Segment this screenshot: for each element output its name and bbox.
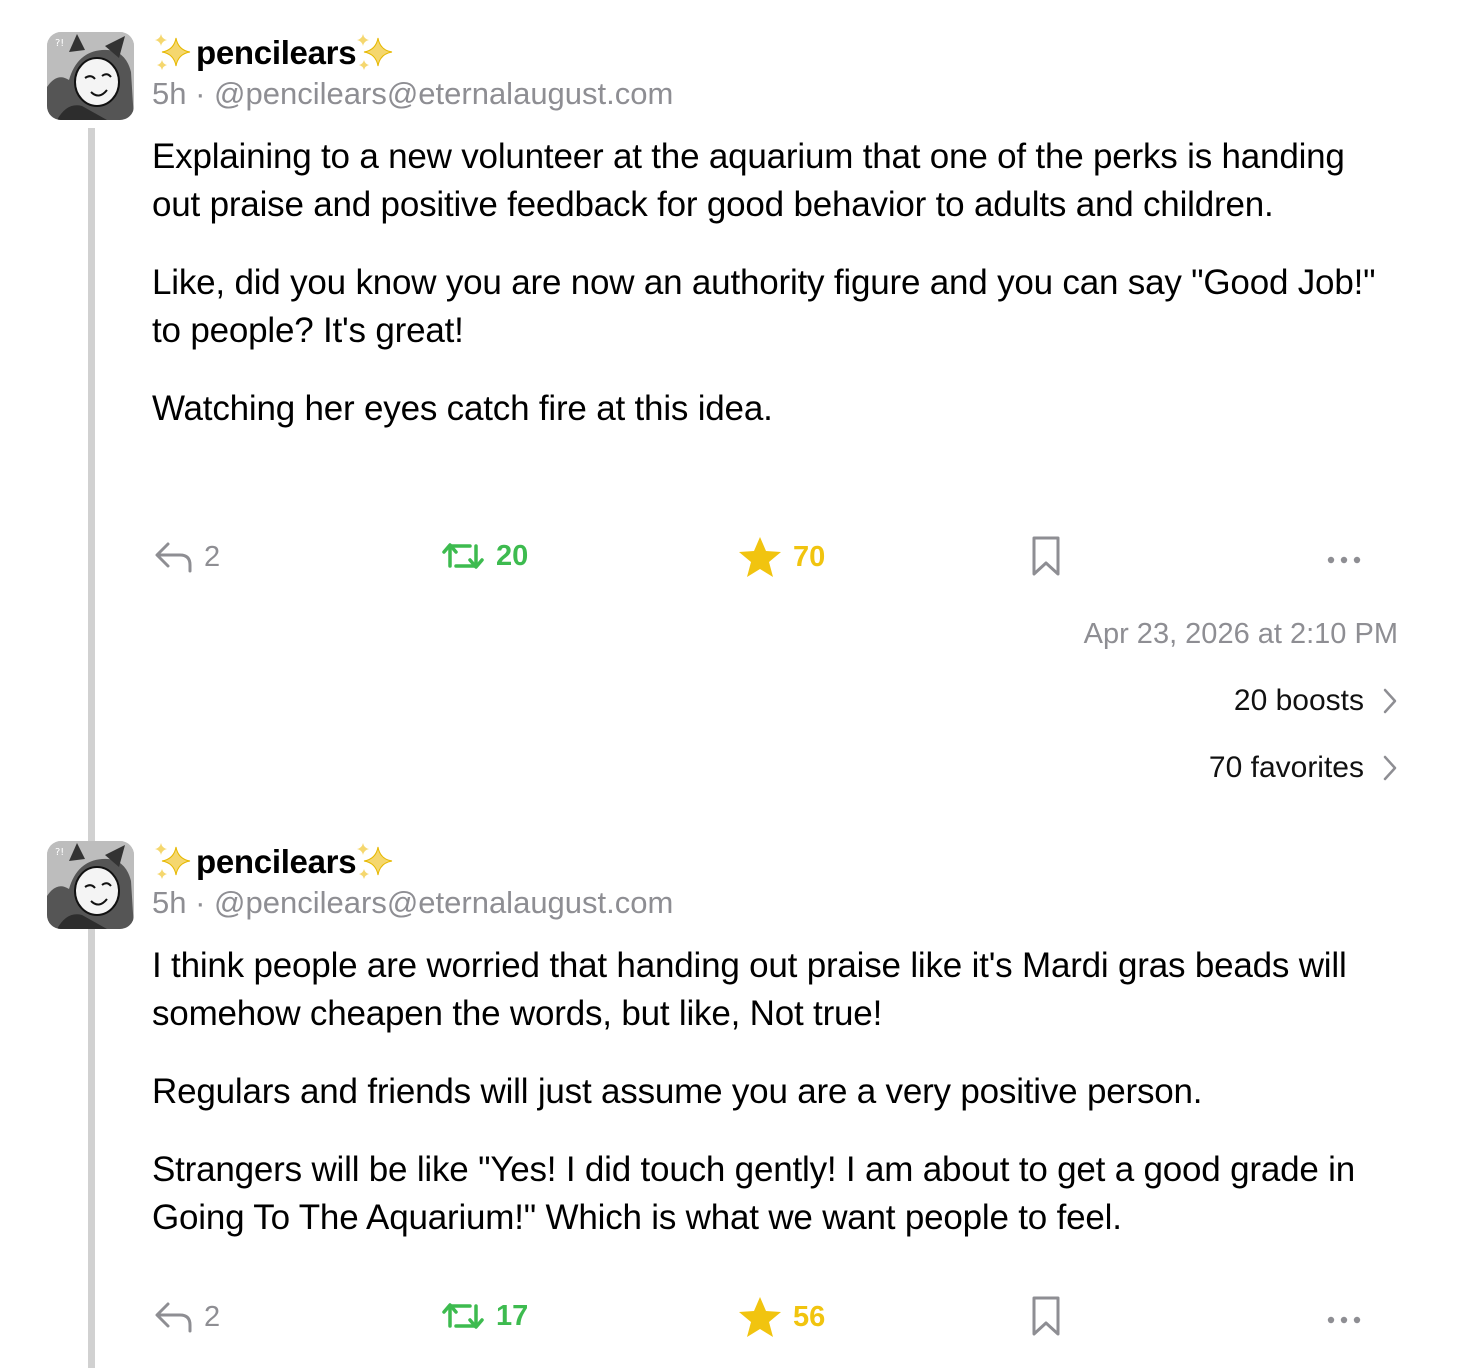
post-timestamp: Apr 23, 2026 at 2:10 PM bbox=[1083, 618, 1398, 650]
sparkles-icon bbox=[155, 34, 191, 70]
star-icon bbox=[739, 537, 781, 577]
author-name[interactable]: pencilears bbox=[152, 30, 400, 76]
post-paragraph: Explaining to a new volunteer at the aqu… bbox=[152, 137, 1345, 224]
more-icon bbox=[1327, 1316, 1361, 1324]
post-meta: 5h · @pencilears@eternalaugust.com bbox=[152, 885, 673, 921]
meta-separator: · bbox=[195, 76, 215, 111]
favorite-button[interactable]: 70 bbox=[737, 535, 825, 579]
boost-icon bbox=[442, 1303, 484, 1329]
boost-count: 20 bbox=[496, 539, 529, 572]
avatar-icon: ?! bbox=[47, 32, 134, 120]
bookmark-icon bbox=[1032, 536, 1060, 576]
thread-line bbox=[88, 128, 95, 1368]
svg-text:?!: ?! bbox=[55, 38, 64, 49]
favorites-link[interactable]: 70 favorites bbox=[1209, 751, 1398, 785]
display-name: pencilears bbox=[196, 843, 357, 880]
post-paragraph: I think people are worried that handing … bbox=[152, 946, 1347, 1033]
favorite-count: 56 bbox=[793, 1300, 826, 1333]
avatar-icon: ?! bbox=[47, 841, 134, 929]
action-bar: 2 17 56 bbox=[0, 1286, 1461, 1346]
bookmark-icon bbox=[1032, 1296, 1060, 1336]
chevron-right-icon bbox=[1383, 688, 1397, 714]
sparkles-icon bbox=[357, 843, 393, 879]
bookmark-button[interactable] bbox=[1030, 534, 1062, 578]
post-paragraph: Watching her eyes catch fire at this ide… bbox=[152, 389, 773, 428]
boost-button[interactable]: 20 bbox=[440, 536, 528, 576]
boost-icon bbox=[442, 543, 484, 569]
post-body: Explaining to a new volunteer at the aqu… bbox=[152, 133, 1402, 463]
author-handle[interactable]: @pencilears@eternalaugust.com bbox=[214, 76, 673, 111]
more-icon bbox=[1327, 556, 1361, 564]
reply-icon bbox=[155, 542, 192, 573]
boosts-link[interactable]: 20 boosts bbox=[1234, 684, 1398, 718]
boost-count: 17 bbox=[496, 1299, 529, 1332]
time-ago: 5h bbox=[152, 885, 187, 920]
favorite-count: 70 bbox=[793, 540, 826, 573]
reply-button[interactable]: 2 bbox=[154, 540, 220, 574]
svg-text:?!: ?! bbox=[55, 847, 64, 858]
star-icon bbox=[739, 1297, 781, 1337]
post-body: I think people are worried that handing … bbox=[152, 942, 1402, 1272]
author-name[interactable]: pencilears bbox=[152, 839, 400, 885]
sparkles-icon bbox=[155, 843, 191, 879]
action-bar: 2 20 70 bbox=[0, 526, 1461, 586]
more-button[interactable] bbox=[1326, 1314, 1362, 1326]
avatar[interactable]: ?! bbox=[47, 32, 134, 120]
time-ago: 5h bbox=[152, 76, 187, 111]
post-meta: 5h · @pencilears@eternalaugust.com bbox=[152, 76, 673, 112]
post-paragraph: Strangers will be like "Yes! I did touch… bbox=[152, 1150, 1355, 1237]
display-name: pencilears bbox=[196, 34, 357, 71]
more-button[interactable] bbox=[1326, 554, 1362, 566]
reply-icon bbox=[155, 1302, 192, 1333]
post-paragraph: Like, did you know you are now an author… bbox=[152, 263, 1376, 350]
post-paragraph: Regulars and friends will just assume yo… bbox=[152, 1072, 1203, 1111]
reply-button[interactable]: 2 bbox=[154, 1300, 220, 1334]
author-handle[interactable]: @pencilears@eternalaugust.com bbox=[214, 885, 673, 920]
favorites-link-label: 70 favorites bbox=[1208, 751, 1364, 784]
boost-button[interactable]: 17 bbox=[440, 1296, 528, 1336]
reply-count: 2 bbox=[204, 1300, 221, 1333]
sparkles-icon bbox=[357, 34, 393, 70]
avatar[interactable]: ?! bbox=[47, 841, 134, 929]
meta-separator: · bbox=[195, 885, 215, 920]
favorite-button[interactable]: 56 bbox=[737, 1295, 825, 1339]
reply-count: 2 bbox=[204, 540, 221, 573]
bookmark-button[interactable] bbox=[1030, 1294, 1062, 1338]
boosts-link-label: 20 boosts bbox=[1233, 684, 1364, 717]
chevron-right-icon bbox=[1383, 755, 1397, 781]
